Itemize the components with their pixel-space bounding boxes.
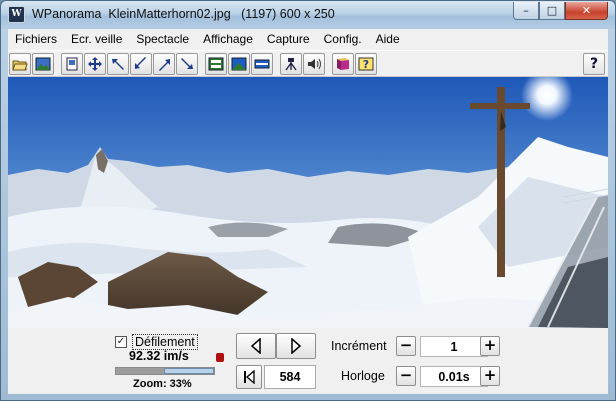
triangle-right-icon — [291, 338, 302, 354]
title-bar[interactable]: W WPanorama KleinMatterhorn02.jpg (1197)… — [1, 1, 615, 29]
clock-field[interactable]: 0.01s — [420, 366, 488, 387]
position-field[interactable]: 584 — [264, 365, 316, 389]
control-panel: ✓ Défilement 92.32 im/s Zoom: 33% 584 In… — [8, 328, 608, 394]
tripod-button[interactable] — [280, 52, 302, 75]
fit-width-button[interactable] — [251, 52, 273, 75]
fit-height-icon — [231, 57, 247, 70]
triangle-left-icon — [250, 338, 261, 354]
menu-capture[interactable]: Capture — [260, 29, 317, 50]
open-file-button[interactable] — [9, 52, 31, 75]
maximize-button[interactable]: □ — [539, 2, 565, 20]
fit-height-button[interactable] — [228, 52, 250, 75]
image-icon — [35, 57, 51, 70]
page-setup-icon — [66, 57, 78, 70]
increment-minus-button[interactable]: − — [396, 336, 416, 356]
menu-affichage[interactable]: Affichage — [196, 29, 260, 50]
sound-icon — [308, 58, 321, 69]
speed-indicator-icon — [216, 353, 224, 362]
tripod-icon — [285, 57, 297, 70]
help-context-icon: ? — [358, 57, 374, 71]
increment-field[interactable]: 1 — [420, 336, 488, 357]
fit-window-icon — [208, 57, 224, 70]
zoom-slider[interactable] — [115, 367, 215, 375]
panorama-image — [8, 77, 608, 328]
scroll-up-right-icon — [159, 58, 170, 71]
scroll-down-right-button[interactable] — [176, 52, 198, 75]
open-file-icon — [12, 60, 28, 70]
scroll-down-left-button[interactable] — [130, 52, 152, 75]
image-button[interactable] — [32, 52, 54, 75]
window-title: WPanorama KleinMatterhorn02.jpg (1197) 6… — [32, 7, 335, 21]
help-context-button[interactable]: ? — [355, 52, 377, 75]
menu-aide[interactable]: Aide — [369, 29, 407, 50]
toolbar: ? ? — [8, 50, 608, 77]
move-icon — [88, 56, 102, 71]
panorama-viewport[interactable] — [8, 77, 608, 328]
scroll-up-right-button[interactable] — [153, 52, 175, 75]
skip-start-icon — [244, 370, 255, 384]
menu-config[interactable]: Config. — [317, 29, 369, 50]
zoom-label: Zoom: 33% — [133, 378, 192, 390]
app-window: W WPanorama KleinMatterhorn02.jpg (1197)… — [0, 0, 616, 401]
scroll-checkbox[interactable]: ✓ — [115, 336, 127, 348]
menu-ecr-veille[interactable]: Ecr. veille — [64, 29, 129, 50]
app-icon[interactable]: W — [8, 6, 25, 23]
increment-label: Incrément — [331, 339, 387, 353]
menu-fichiers[interactable]: Fichiers — [8, 29, 64, 50]
book-icon — [337, 57, 349, 70]
scroll-left-button[interactable] — [236, 333, 276, 359]
clock-minus-button[interactable]: − — [396, 366, 416, 386]
sound-button[interactable] — [303, 52, 325, 75]
scroll-down-right-icon — [181, 57, 193, 69]
svg-text:?: ? — [363, 58, 369, 71]
close-button[interactable]: ✕ — [565, 2, 608, 20]
scroll-toggle[interactable]: ✓ Défilement — [115, 334, 198, 350]
minimize-button[interactable]: – — [513, 2, 539, 20]
page-setup-button[interactable] — [61, 52, 83, 75]
go-to-start-button[interactable] — [236, 365, 262, 389]
scroll-label[interactable]: Défilement — [132, 334, 198, 350]
scroll-up-left-button[interactable] — [107, 52, 129, 75]
fit-width-icon — [254, 59, 270, 68]
fit-window-button[interactable] — [205, 52, 227, 75]
window-controls: – □ ✕ — [513, 2, 608, 20]
scroll-right-button[interactable] — [276, 333, 316, 359]
speed-readout: 92.32 im/s — [129, 349, 189, 363]
clock-plus-button[interactable]: + — [480, 366, 500, 386]
scroll-down-left-icon — [135, 56, 146, 69]
increment-plus-button[interactable]: + — [480, 336, 500, 356]
menu-spectacle[interactable]: Spectacle — [129, 29, 196, 50]
clock-label: Horloge — [341, 369, 385, 383]
help-button[interactable]: ? — [583, 53, 605, 75]
scroll-up-left-icon — [112, 58, 124, 70]
book-button[interactable] — [332, 52, 354, 75]
zoom-slider-thumb[interactable] — [164, 368, 214, 374]
move-button[interactable] — [84, 52, 106, 75]
menu-bar: Fichiers Ecr. veille Spectacle Affichage… — [8, 29, 608, 50]
